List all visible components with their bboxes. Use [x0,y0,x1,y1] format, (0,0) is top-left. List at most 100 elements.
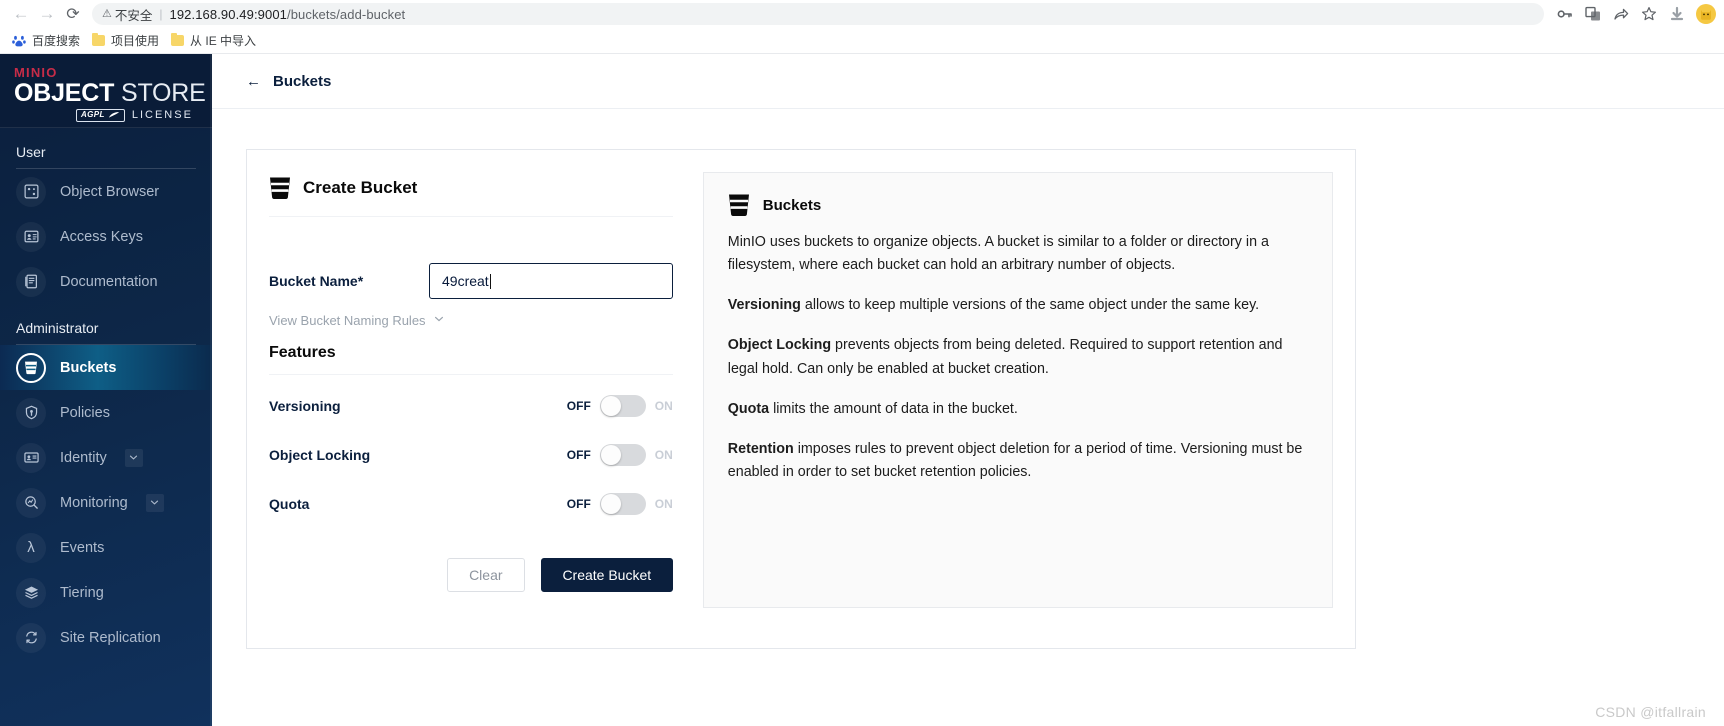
help-paragraph: Versioning allows to keep multiple versi… [728,294,1308,317]
create-bucket-button[interactable]: Create Bucket [540,558,673,592]
toggle-off-label: OFF [566,399,591,413]
translate-icon[interactable] [1580,2,1606,26]
help-paragraph-lead: Retention [727,440,794,457]
toggle-off-label: OFF [566,497,591,511]
help-paragraph-lead: Object Locking [727,337,832,354]
sidebar-item-access-keys[interactable]: Access Keys [0,214,212,259]
card-title-row: Create Bucket [269,172,673,217]
bookmarks-bar: 百度搜索 项目使用 从 IE 中导入 [0,28,1724,54]
sidebar-section-title: User [16,144,46,160]
sidebar-item-label: Tiering [60,584,104,601]
bookmark-label: 从 IE 中导入 [190,34,257,48]
sidebar-item-tiering[interactable]: Tiering [0,570,212,615]
browser-toolbar: ← → ⟳ ⚠ 不安全 | 192.168.90.49:9001/buckets… [0,0,1724,28]
browser-reload-button[interactable]: ⟳ [60,1,86,27]
folder-icon [92,33,106,46]
feature-label: Versioning [269,398,341,414]
sidebar-section-user: User [0,144,212,169]
sidebar-item-object-browser[interactable]: Object Browser [0,169,212,214]
help-paragraph: MinIO uses buckets to organize objects. … [728,231,1308,277]
sidebar-item-label: Object Browser [60,183,160,200]
feature-label: Quota [269,496,310,512]
browser-toolbar-icons [1552,2,1716,26]
app-container: MINIO OBJECT STORE AGPL LICENSE User Obj… [0,54,1724,726]
license-row: AGPL LICENSE [14,109,212,122]
identity-icon [16,442,46,473]
baidu-icon [12,34,26,48]
address-bar[interactable]: ⚠ 不安全 | 192.168.90.49:9001/buckets/add-b… [92,3,1544,25]
form-actions: Clear Create Bucket [269,558,673,592]
sidebar-item-events[interactable]: λ Events [0,525,212,570]
sidebar-item-label: Policies [60,404,110,421]
browser-forward-button[interactable]: → [34,1,60,27]
help-paragraph: Object Locking prevents objects from bei… [728,334,1308,380]
sidebar-item-documentation[interactable]: Documentation [0,259,212,304]
help-paragraph-text: MinIO uses buckets to organize objects. … [727,234,1269,274]
bookmark-item[interactable]: 百度搜索 [8,30,88,51]
chevron-down-icon[interactable] [145,493,164,512]
monitoring-icon [16,487,46,518]
omnibox-divider: | [159,7,163,21]
star-icon[interactable] [1636,2,1662,26]
license-label: LICENSE [131,109,193,122]
sidebar-item-identity[interactable]: Identity [0,435,212,480]
object-locking-toggle[interactable] [599,444,646,466]
sidebar-item-label: Buckets [60,359,117,376]
help-paragraph: Quota limits the amount of data in the b… [728,398,1308,421]
object-locking-toggle-group: OFF ON [567,444,673,466]
text-caret [489,273,491,289]
logo-title-bold: OBJECT [14,79,115,107]
share-icon[interactable] [1608,2,1634,26]
toggle-knob [600,396,621,416]
create-bucket-form: Create Bucket Bucket Name* 49creat View … [269,172,677,608]
bucket-icon [269,176,291,200]
bookmark-item[interactable]: 项目使用 [88,30,167,51]
help-panel: Buckets MinIO uses buckets to organize o… [702,172,1333,608]
bucket-icon [728,193,750,217]
bucket-name-row: Bucket Name* 49creat [269,263,673,299]
agpl-badge-label: AGPL [81,110,105,119]
folder-icon [171,33,185,46]
sidebar-item-monitoring[interactable]: Monitoring [0,480,212,525]
naming-rules-label: View Bucket Naming Rules [269,313,426,328]
chevron-down-icon[interactable] [124,448,143,467]
bucket-name-value: 49creat [442,273,489,289]
create-bucket-card: Create Bucket Bucket Name* 49creat View … [246,149,1356,649]
help-column: Buckets MinIO uses buckets to organize o… [677,172,1333,608]
access-keys-icon [16,221,46,252]
toggle-off-label: OFF [566,448,591,462]
sidebar-item-site-replication[interactable]: Site Replication [0,615,212,660]
breadcrumb[interactable]: Buckets [273,73,331,90]
bucket-icon [16,352,46,383]
logo-brand: MINIO [14,65,58,80]
sidebar-item-label: Access Keys [60,228,143,245]
sidebar-item-label: Events [60,539,105,556]
clear-button[interactable]: Clear [446,558,525,592]
agpl-swoosh-icon [108,112,119,118]
agpl-badge: AGPL [76,109,125,122]
quota-toggle[interactable] [599,493,646,515]
bucket-name-input[interactable]: 49creat [429,263,673,299]
help-paragraph-lead: Quota [727,400,770,417]
sidebar-item-label: Monitoring [60,494,128,511]
policies-icon [16,397,46,428]
cat-avatar-icon[interactable] [1696,4,1716,24]
logo-title-light: STORE [114,79,206,107]
help-paragraph-text: imposes rules to prevent object deletion… [727,440,1303,481]
help-paragraph-text: allows to keep multiple versions of the … [800,297,1260,314]
tiering-icon [16,577,46,608]
help-paragraph-text: limits the amount of data in the bucket. [769,400,1018,417]
sidebar: MINIO OBJECT STORE AGPL LICENSE User Obj… [0,54,212,726]
sidebar-item-buckets[interactable]: Buckets [0,345,212,390]
key-icon[interactable] [1552,2,1578,26]
back-arrow-icon[interactable]: ← [246,73,261,90]
versioning-toggle[interactable] [599,395,646,417]
sidebar-item-policies[interactable]: Policies [0,390,212,435]
download-icon[interactable] [1664,2,1690,26]
browser-back-button[interactable]: ← [8,1,34,27]
toggle-knob [600,445,621,465]
bookmark-item[interactable]: 从 IE 中导入 [167,30,264,51]
bucket-name-label: Bucket Name* [269,273,364,289]
view-bucket-naming-rules-toggle[interactable]: View Bucket Naming Rules [269,313,673,328]
toggle-knob [600,494,621,514]
